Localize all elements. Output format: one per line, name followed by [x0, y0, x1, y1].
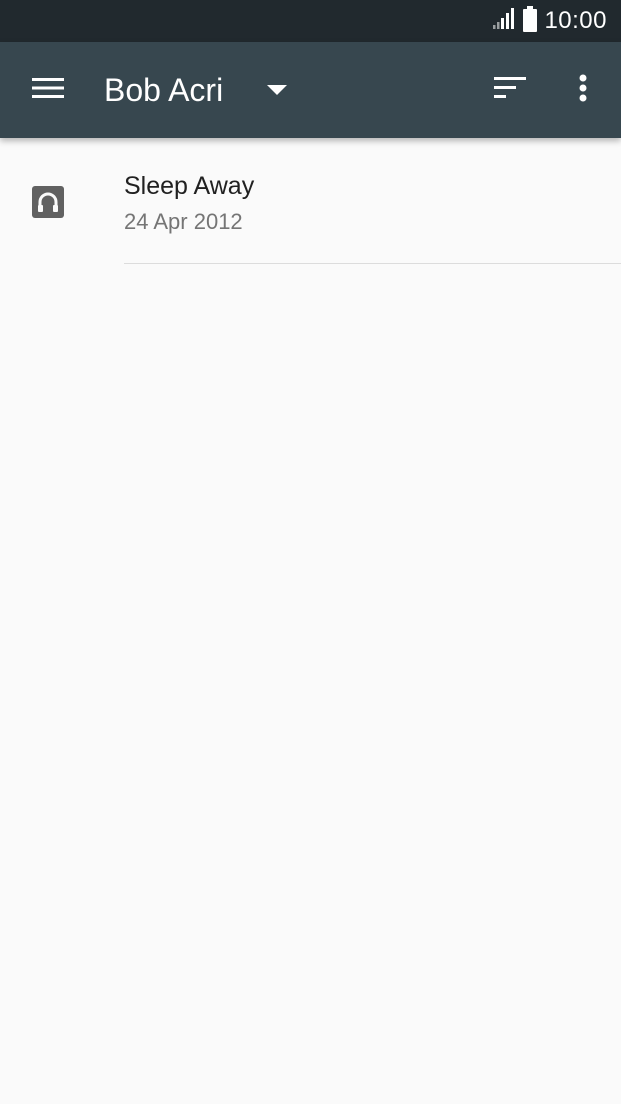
status-icons: 10:00 — [492, 0, 607, 42]
more-options-button[interactable] — [560, 66, 606, 114]
sort-button[interactable] — [486, 66, 534, 114]
track-list: Sleep Away 24 Apr 2012 — [0, 138, 621, 264]
dropdown-arrow-icon — [267, 85, 288, 95]
list-divider — [124, 263, 621, 264]
menu-button[interactable] — [20, 66, 76, 114]
signal-icon — [492, 7, 516, 35]
status-time: 10:00 — [544, 7, 607, 34]
sort-icon — [494, 76, 526, 104]
page-title: Bob Acri — [104, 71, 224, 108]
list-item[interactable]: Sleep Away 24 Apr 2012 — [0, 138, 621, 264]
status-bar: 10:00 — [0, 0, 621, 42]
screen: 10:00 Bob Acri Sleep Away 24 Apr 2012 — [0, 0, 621, 1104]
track-title: Sleep Away — [124, 172, 255, 200]
app-bar: Bob Acri — [0, 42, 621, 138]
track-date: 24 Apr 2012 — [124, 209, 243, 234]
title-dropdown[interactable]: Bob Acri — [104, 64, 288, 116]
more-vert-icon — [579, 74, 587, 107]
headphones-icon — [32, 186, 64, 218]
battery-icon — [522, 5, 538, 37]
menu-icon — [32, 76, 64, 105]
